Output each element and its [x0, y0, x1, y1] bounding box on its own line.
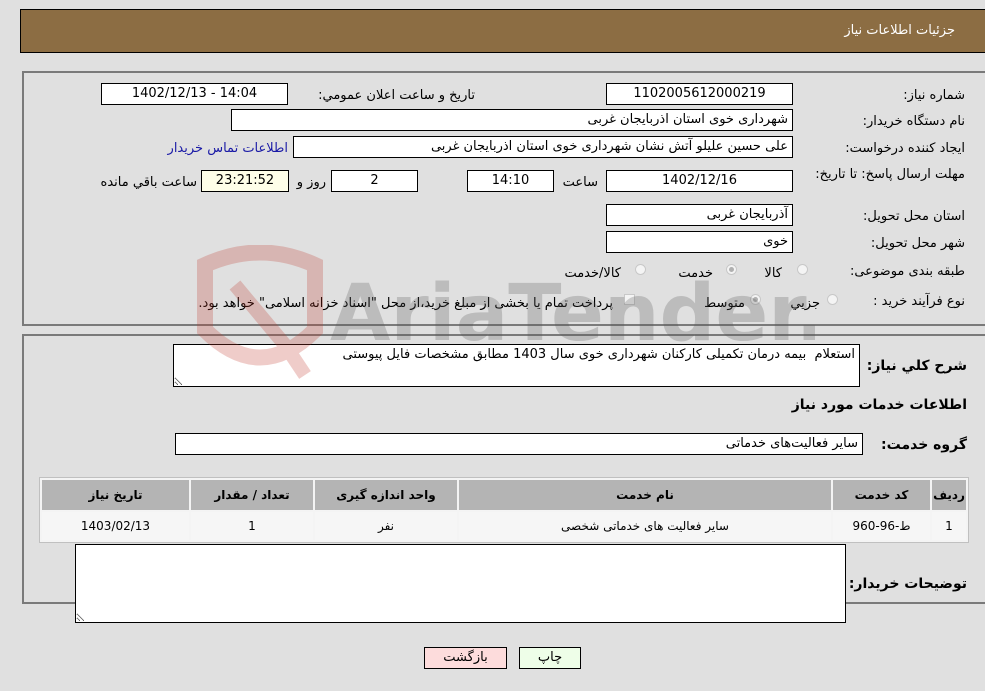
cell-quantity: 1 — [191, 512, 313, 540]
process-radio-medium[interactable] — [750, 294, 761, 305]
city-label: شهر محل تحویل: — [870, 236, 965, 251]
announce-field[interactable]: 1402/12/13 - 14:04 — [101, 83, 288, 105]
col-header-need-date: تاریخ نیاز — [42, 480, 189, 510]
deadline-date-field[interactable]: 1402/12/16 — [606, 170, 793, 192]
category-label: طبقه بندی موضوعی: — [849, 264, 965, 279]
table-row: 1 ط-96-960 سایر فعالیت های خدماتی شخصی ن… — [42, 512, 966, 540]
time-remaining-label: ساعت باقي مانده — [100, 175, 197, 190]
page-title: جزئیات اطلاعات نیاز — [844, 23, 955, 38]
announce-label: تاریخ و ساعت اعلان عمومي: — [318, 88, 475, 103]
days-label: روز و — [296, 175, 326, 190]
deadline-label: مهلت ارسال پاسخ: تا تاریخ: — [815, 167, 965, 182]
process-minor-label: جزیي — [790, 296, 820, 311]
process-medium-label: متوسط — [704, 296, 745, 311]
buyer-contact-link[interactable]: اطلاعات تماس خریدار — [168, 141, 288, 156]
category-radio-goods[interactable] — [797, 264, 808, 275]
description-textarea[interactable] — [173, 344, 860, 387]
buyer-org-label: نام دستگاه خریدار: — [862, 114, 965, 129]
creator-field[interactable]: علی حسین علیلو آتش نشان شهرداری خوی استا… — [293, 136, 793, 158]
col-header-unit: واحد اندازه گیری — [315, 480, 457, 510]
col-header-row-no: ردیف — [932, 480, 966, 510]
deadline-time-field[interactable]: 14:10 — [467, 170, 554, 192]
category-radio-service[interactable] — [726, 264, 737, 275]
col-header-quantity: تعداد / مقدار — [191, 480, 313, 510]
province-field[interactable]: آذربایجان غربی — [606, 204, 793, 226]
cell-row-no: 1 — [932, 512, 966, 540]
city-field[interactable]: خوی — [606, 231, 793, 253]
need-number-label: شماره نیاز: — [903, 88, 965, 103]
page-header: جزئیات اطلاعات نیاز — [20, 9, 985, 53]
category-goods-label: کالا — [764, 266, 782, 281]
time-remaining-field[interactable]: 23:21:52 — [201, 170, 289, 192]
category-service-label: خدمت — [678, 266, 713, 281]
col-header-service-name: نام خدمت — [459, 480, 831, 510]
process-label: نوع فرآیند خرید : — [873, 294, 965, 309]
buyer-org-field[interactable]: شهرداری خوی استان اذربایجان غربی — [231, 109, 793, 131]
cell-service-name: سایر فعالیت های خدماتی شخصی — [459, 512, 831, 540]
service-group-label: گروه خدمت: — [881, 437, 967, 453]
deadline-time-label: ساعت — [562, 175, 598, 190]
cell-service-code: ط-96-960 — [833, 512, 930, 540]
service-group-field[interactable]: سایر فعالیت‌های خدماتی — [175, 433, 863, 455]
services-heading: اطلاعات خدمات مورد نیاز — [791, 397, 967, 413]
table-header-row: ردیف کد خدمت نام خدمت واحد اندازه گیری ت… — [42, 480, 966, 510]
creator-label: ایجاد کننده درخواست: — [845, 141, 965, 156]
services-table: ردیف کد خدمت نام خدمت واحد اندازه گیری ت… — [39, 477, 969, 543]
print-button[interactable]: چاپ — [519, 647, 581, 669]
treasury-note: پرداخت تمام یا بخشی از مبلغ خرید،از محل … — [198, 296, 613, 311]
category-radio-goods-service[interactable] — [635, 264, 646, 275]
days-remaining-field[interactable]: 2 — [331, 170, 418, 192]
category-goods-service-label: کالا/خدمت — [564, 266, 621, 281]
process-radio-minor[interactable] — [827, 294, 838, 305]
province-label: استان محل تحویل: — [863, 209, 965, 224]
back-button[interactable]: بازگشت — [424, 647, 507, 669]
cell-need-date: 1403/02/13 — [42, 512, 189, 540]
description-label: شرح کلي نیاز: — [866, 358, 967, 374]
cell-unit: نفر — [315, 512, 457, 540]
buyer-notes-label: توضیحات خریدار: — [848, 576, 967, 592]
need-number-field[interactable]: 1102005612000219 — [606, 83, 793, 105]
treasury-checkbox[interactable] — [624, 294, 635, 305]
buyer-notes-textarea[interactable] — [75, 544, 846, 623]
col-header-service-code: کد خدمت — [833, 480, 930, 510]
